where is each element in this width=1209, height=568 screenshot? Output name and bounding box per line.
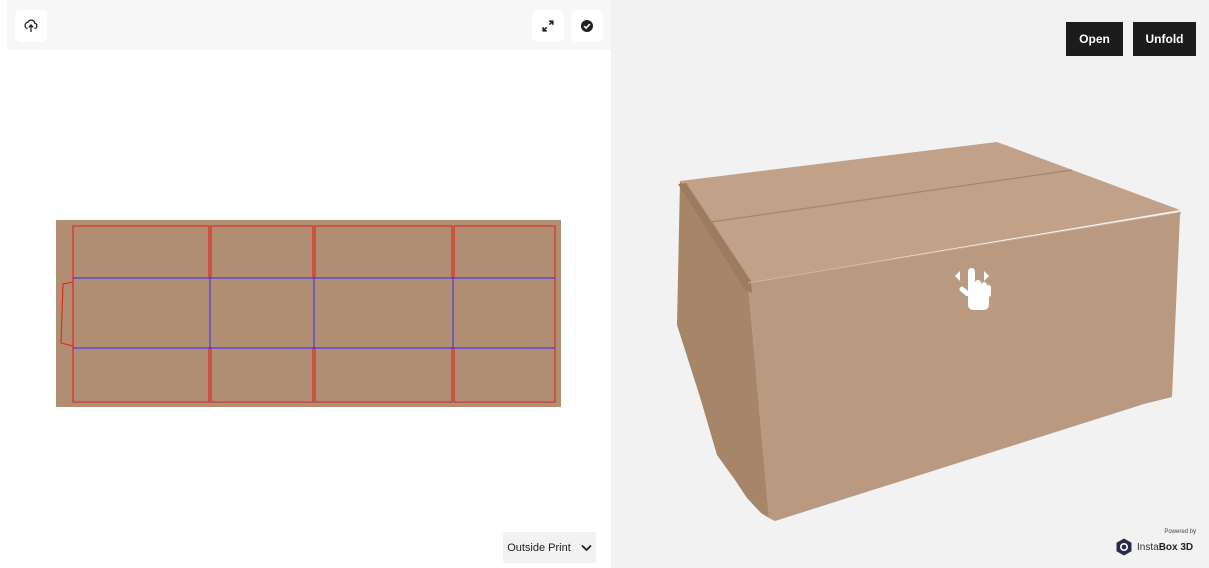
brand-name: InstaBox 3D [1137,542,1193,553]
powered-by-badge: Powered by InstaBox 3D [1116,529,1196,559]
dieline-panel: Outside Print [7,0,611,568]
brand-prefix: Insta [1137,541,1159,553]
instabox-logo-icon [1116,538,1132,556]
expand-button[interactable] [532,10,564,42]
box-3d-model[interactable] [611,0,1209,568]
cardboard-sheet [56,220,561,407]
3d-viewer[interactable]: Open Unfold Powered by InstaBox 3D [611,0,1209,568]
chevron-down-icon [581,544,592,551]
print-side-value: Outside Print [507,541,571,554]
powered-by-text: Powered by [1164,529,1196,535]
dieline-canvas [56,220,561,412]
upload-button[interactable] [15,10,47,42]
confirm-button[interactable] [571,10,603,42]
open-button[interactable]: Open [1066,22,1123,56]
print-side-select[interactable]: Outside Print [503,532,596,563]
brand-suffix: Box 3D [1158,541,1194,553]
upload-icon [24,19,38,32]
unfold-button[interactable]: Unfold [1133,22,1196,56]
check-circle-icon [581,20,593,32]
brand-logo: InstaBox 3D [1116,538,1193,556]
expand-icon [542,20,554,32]
dieline-toolbar [7,0,611,50]
